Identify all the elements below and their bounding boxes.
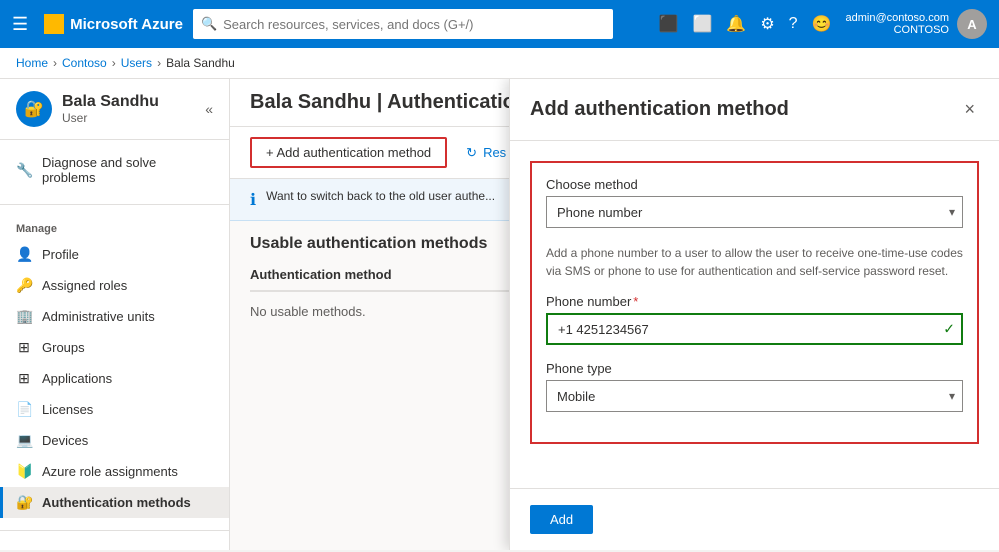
activity-label: Activity [0,543,229,550]
method-select[interactable]: Phone numberEmail OTPMicrosoft Authentic… [546,196,963,228]
top-nav: ☰ Microsoft Azure 🔍 ⬛ ⬜ 🔔 ⚙ ? 😊 admin@co… [0,0,999,48]
add-auth-method-panel: Add authentication method × Choose metho… [509,79,999,550]
wrench-icon: 🔧 [16,162,32,179]
sidebar-item-applications[interactable]: ⊞ Applications [0,363,229,394]
brand-logo: Microsoft Azure [44,14,183,34]
method-description: Add a phone number to a user to allow th… [546,244,963,280]
notifications-icon[interactable]: 🔔 [726,14,746,34]
sidebar-item-azure-roles[interactable]: 🔰 Azure role assignments [0,456,229,487]
breadcrumb: Home › Contoso › Users › Bala Sandhu [0,48,999,79]
search-icon: 🔍 [201,16,217,32]
panel-title: Add authentication method [530,98,789,121]
groups-icon: ⊞ [16,339,32,356]
feedback-icon[interactable]: 😊 [812,14,832,34]
panel-footer: Add [510,488,999,550]
phone-input[interactable] [546,313,963,345]
sidebar-activity-section: Activity ↩ Sign-ins 📋 Audit logs [0,535,229,550]
licenses-icon: 📄 [16,401,32,418]
panel-close-button[interactable]: × [960,95,979,124]
phone-type-select[interactable]: MobileAlternate mobileOffice [546,380,963,412]
sidebar-user-name: Bala Sandhu [62,93,159,111]
profile-icon: 👤 [16,246,32,263]
manage-label: Manage [0,217,229,239]
help-icon[interactable]: ? [789,15,798,33]
phone-type-select-wrapper: MobileAlternate mobileOffice ▾ [546,380,963,412]
sidebar-user-role: User [62,111,159,125]
breadcrumb-current: Bala Sandhu [166,56,235,70]
auth-methods-icon: 🔐 [16,494,32,511]
info-icon: ℹ [250,190,256,210]
hamburger-icon[interactable]: ☰ [12,14,28,35]
sidebar-item-auth-methods[interactable]: 🔐 Authentication methods [0,487,229,518]
check-icon: ✓ [943,321,955,338]
phone-type-group: Phone type MobileAlternate mobileOffice … [546,361,963,412]
sidebar-header: 🔐 Bala Sandhu User « [0,79,229,140]
devices-icon: 💻 [16,432,32,449]
refresh-button[interactable]: ↻ Res [455,138,517,168]
main-layout: 🔐 Bala Sandhu User « 🔧 Diagnose and solv… [0,79,999,550]
user-menu[interactable]: admin@contoso.com CONTOSO A [846,9,988,39]
add-auth-method-button[interactable]: + Add authentication method [250,137,447,168]
roles-icon: 🔑 [16,277,32,294]
sidebar-item-assigned-roles[interactable]: 🔑 Assigned roles [0,270,229,301]
sidebar-item-admin-units[interactable]: 🏢 Administrative units [0,301,229,332]
choose-method-group: Choose method Phone numberEmail OTPMicro… [546,177,963,228]
user-org: CONTOSO [846,24,950,36]
breadcrumb-home[interactable]: Home [16,56,48,70]
panel-body: Choose method Phone numberEmail OTPMicro… [510,141,999,488]
panel-header: Add authentication method × [510,79,999,141]
phone-label: Phone number* [546,294,963,309]
method-select-wrapper: Phone numberEmail OTPMicrosoft Authentic… [546,196,963,228]
settings-icon[interactable]: ⚙ [760,14,774,34]
sidebar-manage-section: Manage 👤 Profile 🔑 Assigned roles 🏢 Admi… [0,209,229,526]
nav-icons: ⬛ ⬜ 🔔 ⚙ ? 😊 admin@contoso.com CONTOSO A [659,9,987,39]
applications-icon: ⊞ [16,370,32,387]
sidebar-item-devices[interactable]: 💻 Devices [0,425,229,456]
admin-units-icon: 🏢 [16,308,32,325]
search-input[interactable] [223,17,605,32]
sidebar-collapse-btn[interactable]: « [205,101,213,117]
sidebar-item-profile[interactable]: 👤 Profile [0,239,229,270]
phone-type-label: Phone type [546,361,963,376]
user-email: admin@contoso.com [846,12,950,24]
content-area: Bala Sandhu | Authentication methods + A… [230,79,999,550]
cloud-shell-icon[interactable]: ⬛ [659,14,679,34]
refresh-icon: ↻ [466,145,477,161]
highlight-box: Choose method Phone numberEmail OTPMicro… [530,161,979,444]
sidebar-item-licenses[interactable]: 📄 Licenses [0,394,229,425]
add-button[interactable]: Add [530,505,593,534]
breadcrumb-users[interactable]: Users [121,56,152,70]
user-shield-icon: 🔐 [16,91,52,127]
avatar: A [957,9,987,39]
sidebar: 🔐 Bala Sandhu User « 🔧 Diagnose and solv… [0,79,230,550]
phone-input-wrapper: ✓ [546,313,963,345]
phone-number-group: Phone number* ✓ [546,294,963,345]
portal-settings-icon[interactable]: ⬜ [692,14,712,34]
brand-square [44,14,64,34]
breadcrumb-contoso[interactable]: Contoso [62,56,107,70]
search-bar[interactable]: 🔍 [193,9,613,39]
azure-roles-icon: 🔰 [16,463,32,480]
sidebar-item-diagnose[interactable]: 🔧 Diagnose and solve problems [0,148,229,192]
sidebar-diagnose-section: 🔧 Diagnose and solve problems [0,140,229,200]
sidebar-item-groups[interactable]: ⊞ Groups [0,332,229,363]
choose-method-label: Choose method [546,177,963,192]
